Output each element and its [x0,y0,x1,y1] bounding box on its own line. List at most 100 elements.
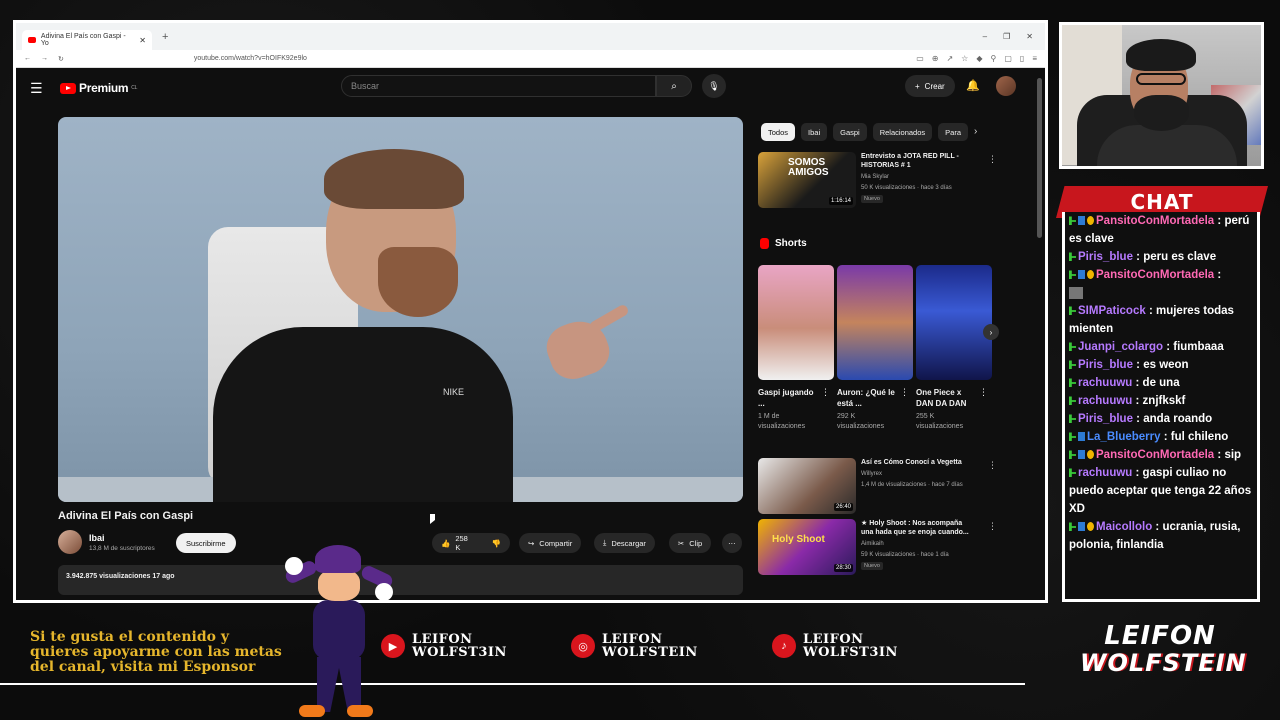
channel-avatar[interactable] [58,530,82,554]
recommendation-channel[interactable]: Mia Skylar [861,174,889,180]
new-tab-icon[interactable]: + [162,31,168,43]
dislike-icon[interactable]: 👎 [492,539,501,548]
extension-icon[interactable]: ◆ [976,54,982,63]
chat-icon[interactable]: ▢ [1004,54,1012,63]
close-tab-icon[interactable]: ✕ [139,36,146,45]
chat-separator: : [1152,521,1163,533]
chip-relacionados[interactable]: Relacionados [872,123,933,141]
chat-username[interactable]: Maicollolo [1096,521,1152,533]
more-vert-icon[interactable]: ⋮ [988,521,997,532]
hamburger-icon[interactable]: ☰ [30,80,60,97]
recommendation-channel[interactable]: Aimikaih [861,541,884,547]
chat-username[interactable]: SIMPaticock [1078,305,1146,317]
like-icon[interactable]: 👍 [441,539,450,548]
create-button[interactable]: + Crear [905,75,955,97]
chat-username[interactable]: rachuuwu [1078,395,1132,407]
short-item[interactable]: One Piece x DAN DA DAN 255 K visualizaci… [916,265,992,432]
short-title[interactable]: Auron: ¿Qué le está ... [837,387,899,409]
back-icon[interactable]: ← [24,55,31,62]
yellow-badge-icon [1087,270,1094,280]
pin-icon[interactable]: ⚲ [991,54,997,63]
minimize-icon[interactable]: – [983,32,987,41]
overlay-divider [0,683,1025,685]
bookmark-star-icon[interactable]: ☆ [961,54,968,63]
chat-username[interactable]: rachuuwu [1078,467,1132,479]
search-input[interactable]: Buscar [341,75,656,97]
recommendation-thumbnail[interactable]: 26:40 [758,458,856,514]
recommendation-title[interactable]: ★ Holy Shoot : Nos acompaña una hada que… [861,519,976,537]
subscribe-button[interactable]: Suscribirme [176,533,236,553]
webcam-streamer-glasses [1136,73,1186,85]
chat-separator: : [1214,449,1225,461]
recommendation-item[interactable]: SOMOS AMIGOS 1:16:14 Entrevisto a JOTA R… [758,152,998,208]
clip-button[interactable]: ✂ Clip [669,533,712,553]
short-views: 292 K visualizaciones [837,413,885,430]
short-thumbnail[interactable] [916,265,992,380]
short-title[interactable]: Gaspi jugando ... [758,387,820,409]
like-dislike-button[interactable]: 👍 258 K 👎 [432,533,510,553]
chip-para[interactable]: Para [938,123,968,141]
window-close-icon[interactable]: ✕ [1026,32,1033,41]
youtube-logo[interactable]: Premium CL [60,81,137,95]
sidebar-icon[interactable]: ▯ [1020,54,1024,63]
chat-username[interactable]: PansitoConMortadela [1096,449,1214,461]
user-avatar[interactable] [996,76,1016,96]
recommendation-thumbnail[interactable]: Holy Shoot 28:30 [758,519,856,575]
menu-icon[interactable]: ≡ [1032,54,1037,63]
chip-ibai[interactable]: Ibai [801,123,828,141]
chat-username[interactable]: rachuuwu [1078,377,1132,389]
chat-separator: : [1132,251,1144,263]
reload-icon[interactable]: ↻ [58,55,64,63]
chip-todos[interactable]: Todos [761,123,796,141]
short-title[interactable]: One Piece x DAN DA DAN [916,387,978,409]
short-item[interactable]: Auron: ¿Qué le está ... 292 K visualizac… [837,265,913,432]
share-icon[interactable]: ↗ [946,54,953,63]
recommendation-title[interactable]: Así es Cómo Conocí a Vegetta [861,458,976,467]
short-thumbnail[interactable] [758,265,834,380]
more-vert-icon[interactable]: ⋮ [900,387,909,398]
notifications-bell-icon[interactable]: 🔔 [966,79,980,92]
chip-gaspi[interactable]: Gaspi [833,123,867,141]
more-vert-icon[interactable]: ⋮ [988,154,997,165]
zoom-icon[interactable]: ⊕ [932,54,939,63]
chat-separator: : [1145,305,1156,317]
shorts-next-icon[interactable]: › [983,324,999,340]
page-scrollbar[interactable] [1037,78,1042,238]
browser-tab[interactable]: Adivina El País con Gaspi - Yo ✕ [22,30,152,50]
chat-username[interactable]: Juanpi_colargo [1078,341,1163,353]
short-views: 255 K visualizaciones [916,413,964,430]
short-item[interactable]: Gaspi jugando ... 1 M de visualizaciones… [758,265,834,432]
chat-username[interactable]: La_Blueberry [1087,431,1161,443]
chat-username[interactable]: Piris_blue [1078,413,1133,425]
video-player[interactable]: NIKE [58,117,743,502]
url-field[interactable]: youtube.com/watch?v=hOIFK92e9lo [194,55,906,62]
search-button[interactable]: ⌕ [656,75,692,97]
more-vert-icon[interactable]: ⋮ [979,387,988,398]
share-button[interactable]: ↪ Compartir [519,533,582,553]
chat-emote-icon [1069,286,1083,299]
short-thumbnail[interactable] [837,265,913,380]
chat-username[interactable]: Piris_blue [1078,251,1133,263]
recommendation-title[interactable]: Entrevisto a JOTA RED PILL - HISTORIAS #… [861,152,976,170]
chat-username[interactable]: PansitoConMortadela [1096,269,1214,281]
recommendation-item[interactable]: 26:40 Así es Cómo Conocí a Vegetta Willy… [758,458,998,514]
recommendation-channel[interactable]: Willyrex [861,471,882,477]
shorts-title: Shorts [775,238,807,249]
chat-text: es weon [1143,359,1189,371]
forward-icon[interactable]: → [41,55,48,62]
channel-name[interactable]: Ibai [89,533,105,543]
recommendation-item[interactable]: Holy Shoot 28:30 ★ Holy Shoot : Nos acom… [758,519,998,575]
more-vert-icon[interactable]: ⋮ [821,387,830,398]
restore-icon[interactable]: ❐ [1003,32,1010,41]
description-box[interactable]: 3.942.875 visualizaciones 17 ago [58,565,743,595]
more-actions-button[interactable]: ⋯ [722,533,742,553]
chat-separator: : [1132,467,1143,479]
download-button[interactable]: ⤓ Descargar [594,533,655,553]
cast-icon[interactable]: ▭ [916,54,924,63]
mic-button[interactable]: 🎙 [702,74,726,98]
chat-username[interactable]: PansitoConMortadela [1096,215,1214,227]
recommendation-thumbnail[interactable]: SOMOS AMIGOS 1:16:14 [758,152,856,208]
more-vert-icon[interactable]: ⋮ [988,460,997,471]
chat-username[interactable]: Piris_blue [1078,359,1133,371]
chips-next-icon[interactable]: › [974,126,977,137]
